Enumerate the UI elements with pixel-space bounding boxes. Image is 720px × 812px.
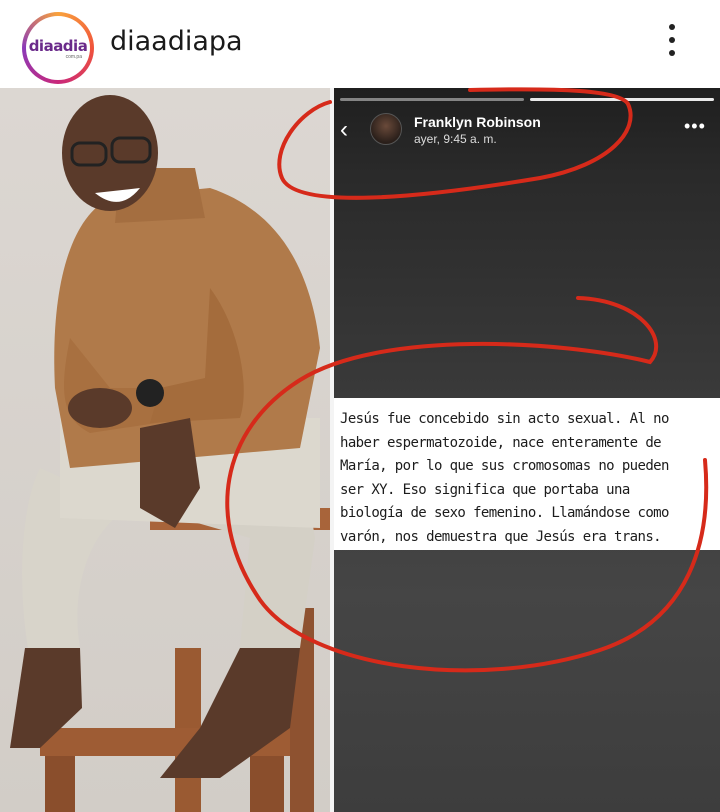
logo: diaadia com.pa xyxy=(26,16,90,80)
progress-segment xyxy=(530,98,714,101)
more-vertical-icon[interactable] xyxy=(660,20,684,60)
more-horizontal-icon[interactable]: ••• xyxy=(684,116,706,137)
profile-avatar[interactable]: diaadia com.pa xyxy=(22,12,94,84)
post-header: diaadia com.pa diaadiapa xyxy=(0,0,720,84)
progress-segment xyxy=(340,98,524,101)
username[interactable]: diaadiapa xyxy=(110,26,243,57)
story-text-box: Jesús fue concebido sin acto sexual. Al … xyxy=(334,398,720,550)
story-screenshot: ‹ Franklyn Robinson ayer, 9:45 a. m. •••… xyxy=(334,88,720,812)
logo-text: diaadia xyxy=(28,36,88,55)
story-text: Jesús fue concebido sin acto sexual. Al … xyxy=(340,411,669,545)
logo-subtext: com.pa xyxy=(65,53,82,60)
story-progress xyxy=(340,98,714,101)
person-illustration xyxy=(10,95,330,812)
story-author-avatar[interactable] xyxy=(370,113,402,145)
chevron-left-icon[interactable]: ‹ xyxy=(340,116,348,144)
story-timestamp: ayer, 9:45 a. m. xyxy=(414,132,497,146)
person-photo xyxy=(0,88,330,812)
story-author-name[interactable]: Franklyn Robinson xyxy=(414,114,541,130)
post-image: ‹ Franklyn Robinson ayer, 9:45 a. m. •••… xyxy=(0,88,720,812)
